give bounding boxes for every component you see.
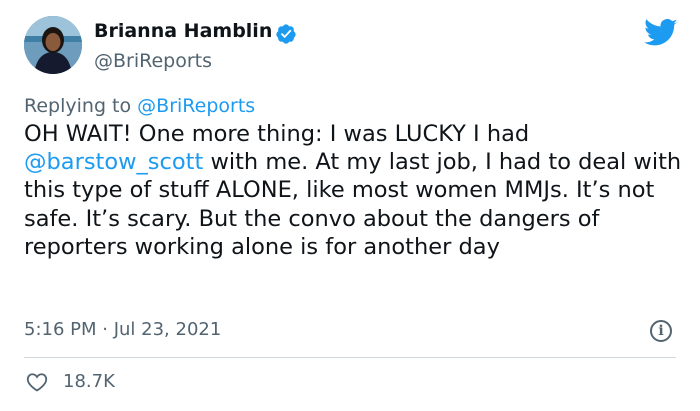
twitter-bird-icon[interactable] (644, 18, 678, 48)
timestamp[interactable]: 5:16 PM · Jul 23, 2021 (24, 319, 221, 340)
mention-link[interactable]: @barstow_scott (24, 149, 203, 175)
tweet-text-part1: OH WAIT! One more thing: I was LUCKY I h… (24, 121, 530, 147)
divider (24, 357, 676, 358)
avatar[interactable] (24, 16, 82, 74)
verified-badge-icon (276, 24, 296, 44)
reply-context: Replying to @BriReports (24, 95, 255, 117)
heart-icon[interactable] (26, 372, 48, 392)
tweet-time: 5:16 PM (24, 319, 97, 340)
tweet-date: Jul 23, 2021 (113, 319, 222, 340)
reply-prefix: Replying to (24, 95, 138, 117)
tweet-text: OH WAIT! One more thing: I was LUCKY I h… (24, 120, 684, 261)
meta-separator: · (96, 319, 114, 340)
like-count: 18.7K (63, 371, 115, 392)
author-handle[interactable]: @BriReports (94, 50, 212, 72)
info-icon[interactable]: i (650, 320, 672, 342)
author-name[interactable]: Brianna Hamblin (94, 20, 272, 42)
reply-handle-link[interactable]: @BriReports (137, 95, 255, 117)
avatar-photo (24, 16, 82, 74)
